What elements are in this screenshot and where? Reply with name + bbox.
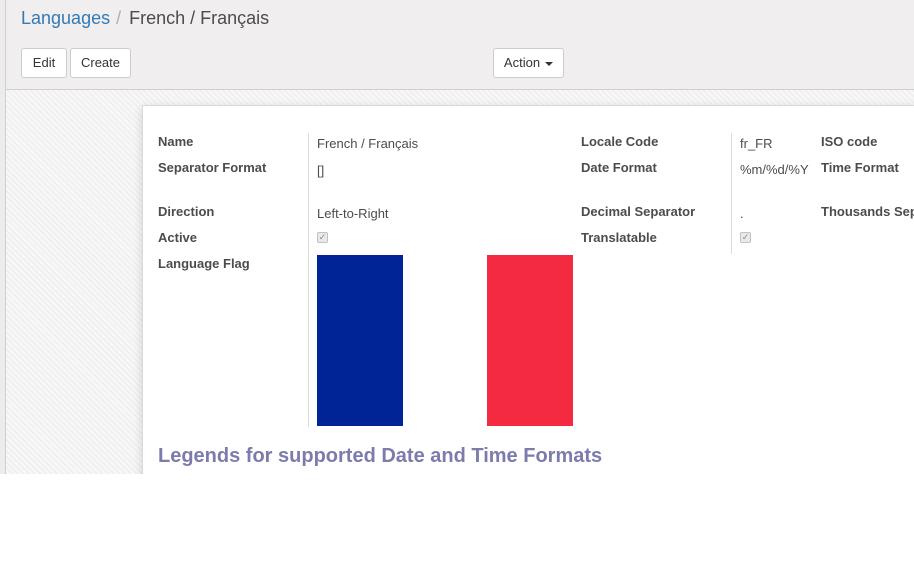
- edit-button[interactable]: Edit: [21, 48, 67, 78]
- left-group-divider: [308, 133, 309, 427]
- decimal-separator-value: .: [740, 206, 744, 221]
- direction-value: Left-to-Right: [317, 206, 389, 221]
- direction-label: Direction: [158, 204, 215, 219]
- action-button-label: Action: [503, 55, 541, 70]
- translatable-label: Translatable: [581, 230, 657, 245]
- breadcrumb-separator: /: [116, 8, 122, 28]
- locale-code-label: Locale Code: [581, 134, 659, 149]
- name-label: Name: [158, 134, 194, 149]
- date-format-value: %m/%d/%Y: [740, 162, 809, 177]
- iso-code-label: ISO code: [821, 134, 878, 149]
- flag-white-band: [402, 255, 488, 426]
- create-button[interactable]: Create: [70, 48, 131, 78]
- breadcrumb-current: French / Français: [129, 8, 270, 28]
- breadcrumb: Languages / French / Français: [21, 8, 269, 29]
- active-label: Active: [158, 230, 198, 245]
- decimal-separator-label: Decimal Separator: [581, 204, 696, 219]
- form-view-background: Name French / Français Separator Format …: [6, 90, 914, 474]
- app-window: Languages / French / Français Edit Create …: [0, 0, 914, 474]
- date-format-label: Date Format: [581, 160, 657, 175]
- name-value: French / Français: [317, 136, 419, 151]
- separator-format-label: Separator Format: [158, 160, 267, 175]
- thousands-separator-label: Thousands Separator: [821, 204, 914, 219]
- form-sheet: Name French / Français Separator Format …: [142, 105, 914, 474]
- translatable-checkbox: ✓: [740, 232, 751, 243]
- breadcrumb-languages-link[interactable]: Languages: [21, 8, 110, 28]
- middle-group-divider: [731, 133, 732, 254]
- flag-blue-band: [317, 255, 403, 426]
- flag-red-band: [487, 255, 573, 426]
- language-flag-image: [317, 255, 573, 426]
- time-format-label: Time Format: [821, 160, 899, 175]
- legend-title: Legends for supported Date and Time Form…: [158, 445, 603, 467]
- active-checkbox: ✓: [317, 232, 328, 243]
- control-panel: Languages / French / Français Edit Create …: [6, 0, 914, 90]
- caret-down-icon: [545, 61, 554, 66]
- locale-code-value: fr_FR: [740, 136, 773, 151]
- separator-format-value: []: [317, 163, 325, 178]
- language-flag-label: Language Flag: [158, 256, 250, 271]
- action-dropdown-button[interactable]: Action: [493, 48, 564, 78]
